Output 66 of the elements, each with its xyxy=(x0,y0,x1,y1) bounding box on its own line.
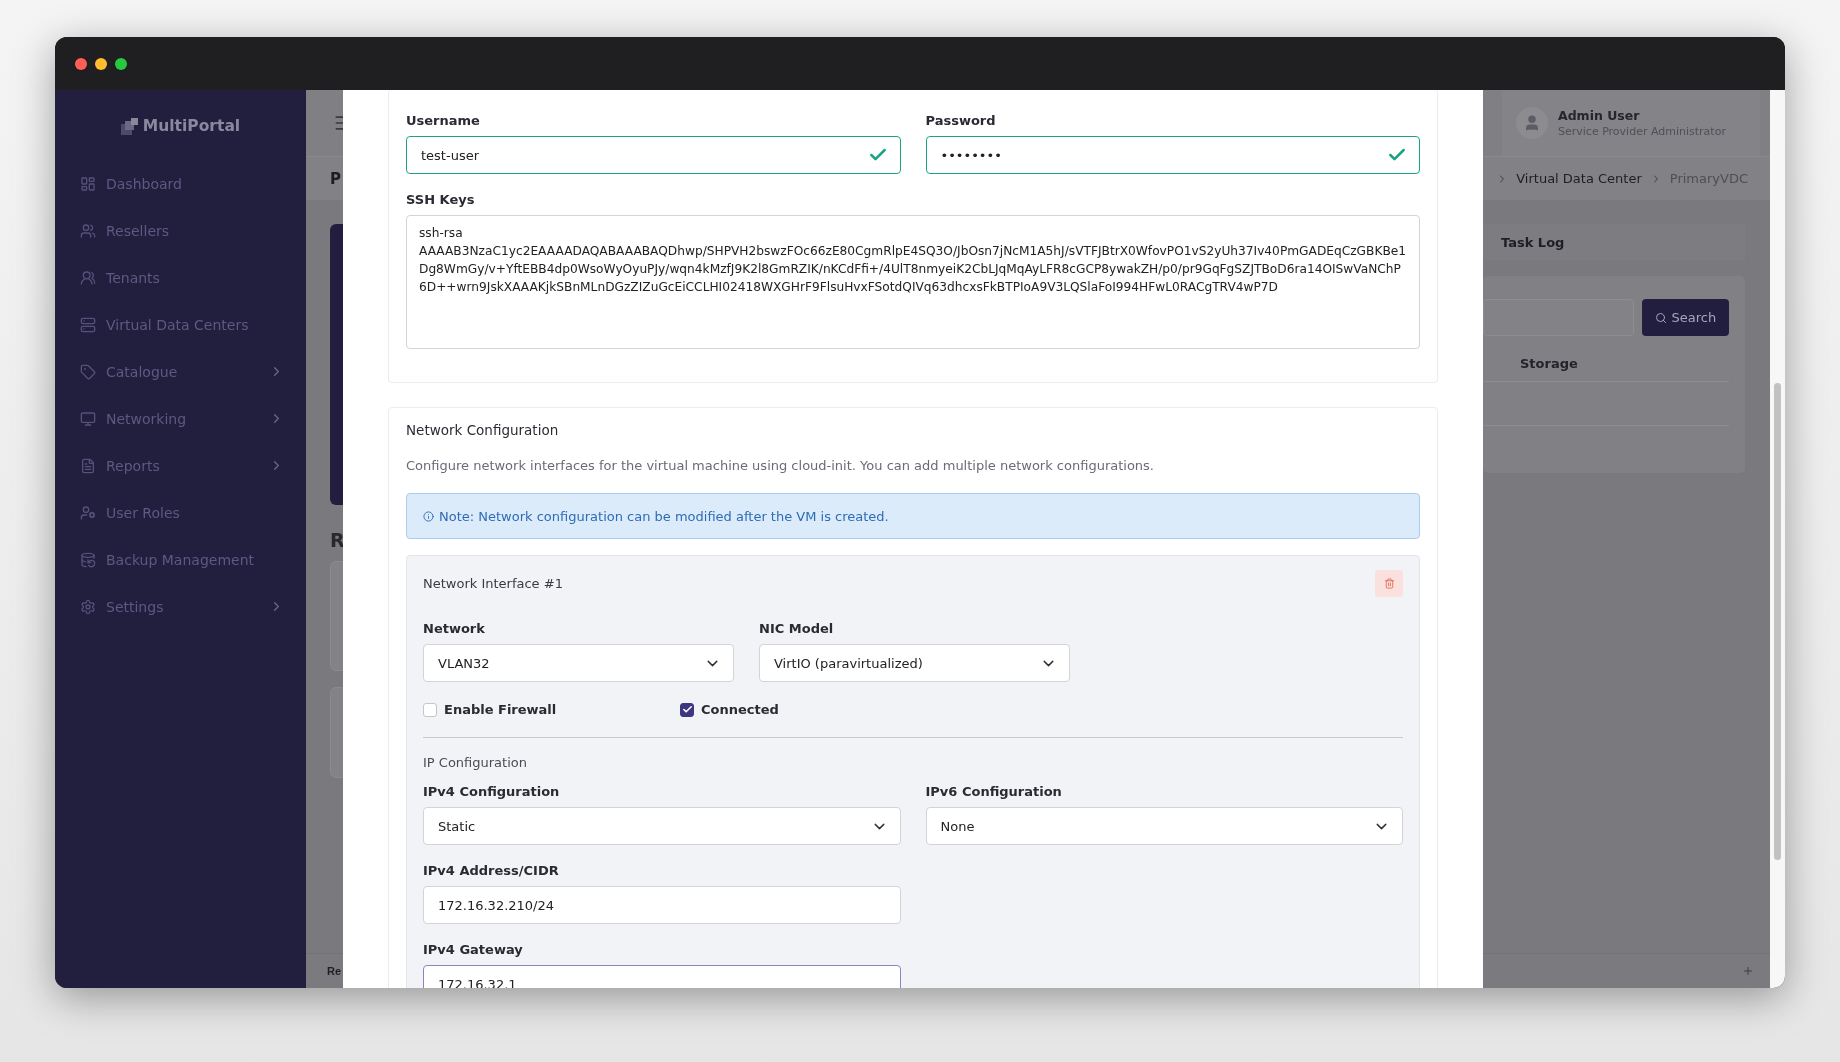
field-label: Password xyxy=(925,113,997,128)
sidebar-item[interactable]: Settings xyxy=(55,583,306,630)
settings-icon xyxy=(80,598,96,615)
scrollbar[interactable] xyxy=(1770,90,1785,988)
sidebar-item[interactable]: Resellers xyxy=(55,207,306,254)
sidebar-item[interactable]: Reports xyxy=(55,442,306,489)
monitor-icon xyxy=(80,410,96,427)
people-icon xyxy=(80,222,96,239)
sidebar-item[interactable]: Catalogue xyxy=(55,348,306,395)
search-button[interactable]: Search xyxy=(1641,299,1729,336)
checkbox-label: Enable Firewall xyxy=(444,702,557,717)
database-icon xyxy=(80,551,96,568)
logo-icon xyxy=(120,117,138,135)
plus-icon[interactable] xyxy=(1742,965,1754,977)
user-gear-icon xyxy=(80,504,96,521)
section-heading: R xyxy=(330,529,346,551)
section-title: Network Configuration xyxy=(406,422,560,438)
field-label: Username xyxy=(406,113,481,128)
input-field[interactable]: 172.16.32.1 xyxy=(423,965,901,988)
dropdown[interactable]: Static xyxy=(423,807,901,845)
password-field[interactable]: •••••••• xyxy=(925,136,1420,174)
tab[interactable]: Task Log xyxy=(1501,234,1565,250)
username-field[interactable]: test-user xyxy=(406,136,901,174)
tag-icon xyxy=(80,363,96,380)
info-icon xyxy=(423,510,434,522)
trash-icon xyxy=(1383,578,1395,589)
section-description: Configure network interfaces for the virtual machine using cloud-init. You can add multiple network configurations. xyxy=(406,458,1155,473)
field-label: IPv6 Configuration xyxy=(925,784,1063,799)
sidebar-item[interactable]: Tenants xyxy=(55,254,306,301)
subsection-title: IP Configuration xyxy=(423,755,528,770)
minimize-button[interactable] xyxy=(95,57,107,70)
search-icon xyxy=(1654,311,1667,324)
document-icon xyxy=(80,457,96,474)
dashboard-icon xyxy=(80,175,96,192)
field-label: SSH Keys xyxy=(406,192,476,207)
search-field[interactable] xyxy=(1483,299,1634,336)
logo-text: MultiPortal xyxy=(142,117,241,135)
field-label: NIC Model xyxy=(759,621,835,636)
checkbox[interactable] xyxy=(680,702,694,717)
avatar-icon xyxy=(1516,107,1548,139)
checkbox-label: Connected xyxy=(701,702,779,717)
delete-button[interactable] xyxy=(1375,570,1403,597)
note-text: Note: Network configuration can be modified after the VM is created. xyxy=(439,508,889,524)
dropdown[interactable]: None xyxy=(925,807,1403,845)
ssh-keys-field[interactable]: ssh-rsa AAAAB3NzaC1yc2EAAAADAQABAAABAQDhwp/SHPVH2bswzFOc66zE80CgmRlpE4SQ3O/JbOsn7jNcM1A5hJ/sVTFJBtrX0WfovPO1vS2yUh37Iv40PmGADEqCzGBKBe1Dg8WmGy/v+YftEBB4dp0WsoWyOyuPJy/wqn4kMzfJ9K2l8GmRZIK/nKCdFfi+/4UlT8nmyeiK2CbLJqMqAyLFR8cGCP8ywakZH/p0/pr9GqFgSZJTBoD6ra14OISwVaNChP6D++wrn9JskXAAAKjkSBnMLnDGzZIZuGcEiCCLHI02418WXGHrF9FlsuHvxFSotdQIVq63dhcxsFkBTPIoA9V3LQSlaFoI994HFwL0RACgTRV4wP7D xyxy=(406,215,1420,349)
close-button[interactable] xyxy=(75,57,87,70)
interface-title: Network Interface #1 xyxy=(423,576,563,591)
user-name: Admin User xyxy=(1558,108,1641,123)
sidebar-item[interactable]: User Roles xyxy=(55,489,306,536)
sidebar-item[interactable]: Backup Management xyxy=(55,536,306,583)
field-label: IPv4 Address/CIDR xyxy=(423,863,560,878)
breadcrumb-link[interactable]: Virtual Data Center xyxy=(1516,171,1642,186)
sidebar-item[interactable]: Networking xyxy=(55,395,306,442)
sidebar-item[interactable]: Virtual Data Centers xyxy=(55,301,306,348)
server-icon xyxy=(80,316,96,333)
field-label: IPv4 Gateway xyxy=(423,942,524,957)
people-icon xyxy=(80,269,96,286)
sidebar-item[interactable]: Dashboard xyxy=(55,160,306,207)
footer-text: Re xyxy=(327,965,342,977)
field-label: IPv4 Configuration xyxy=(423,784,561,799)
maximize-button[interactable] xyxy=(115,57,127,70)
input-field[interactable]: 172.16.32.210/24 xyxy=(423,886,901,924)
dropdown[interactable]: VirtIO (paravirtualized) xyxy=(759,644,1070,682)
dropdown[interactable]: VLAN32 xyxy=(423,644,734,682)
field-label: Network xyxy=(423,621,486,636)
page-title: P xyxy=(330,169,341,188)
